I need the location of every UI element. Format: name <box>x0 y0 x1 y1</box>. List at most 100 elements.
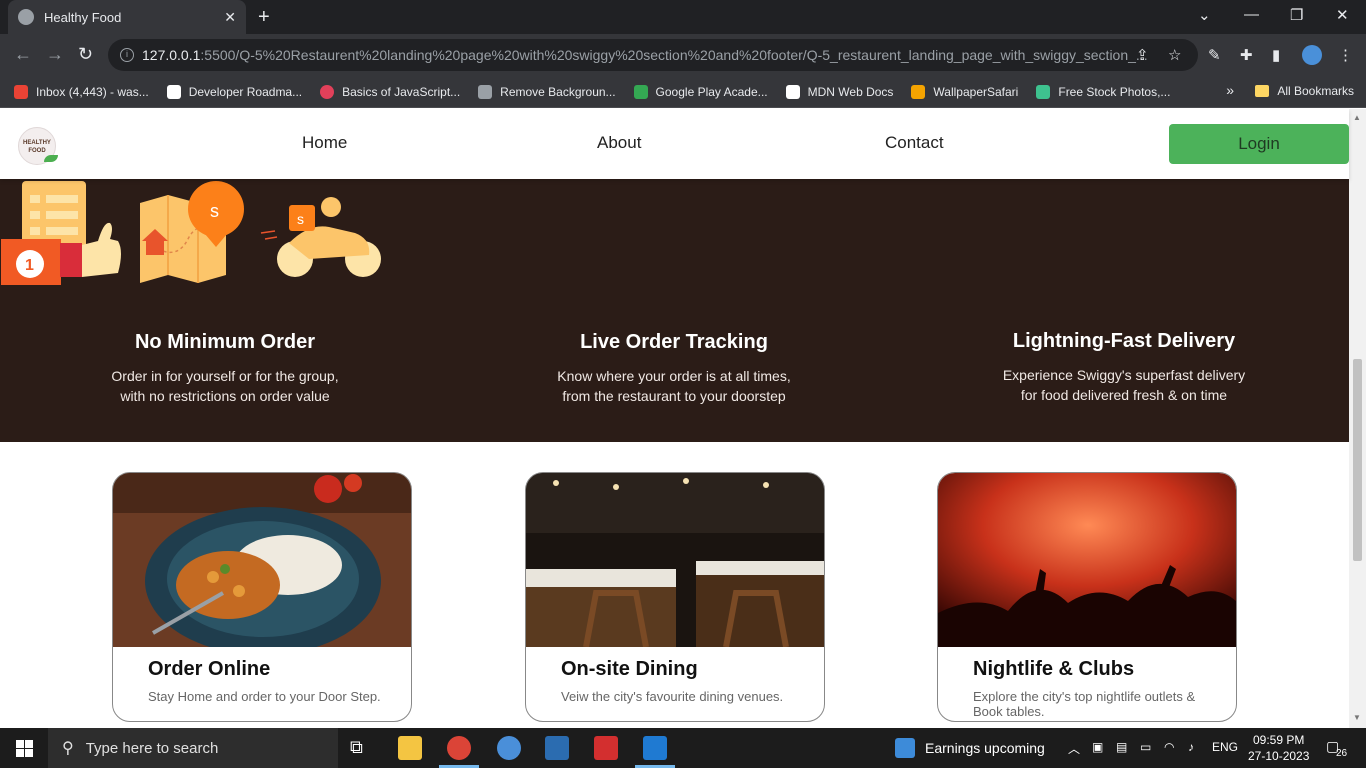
meet-icon[interactable]: ▣ <box>1092 740 1103 754</box>
profile-avatar[interactable] <box>1302 45 1322 65</box>
leaf-icon <box>44 155 58 162</box>
address-bar[interactable]: i 127.0.0.1:5500/Q-5%20Restaurent%20land… <box>108 39 1198 71</box>
file-explorer-icon[interactable] <box>398 736 422 760</box>
mdn-icon <box>785 84 800 99</box>
news-widget-text[interactable]: Earnings upcoming <box>925 740 1045 756</box>
display-icon[interactable]: ▤ <box>1116 740 1127 754</box>
wallpapersafari-icon <box>911 84 926 99</box>
site-logo[interactable]: HEALTHY FOOD <box>18 127 58 165</box>
site-navbar: HEALTHY FOOD Home About Contact Login <box>0 109 1349 179</box>
map-pin-icon: s <box>140 181 245 283</box>
task-view-icon[interactable]: ⧉ <box>350 737 374 761</box>
app-icon[interactable] <box>497 736 521 760</box>
menu-icon[interactable]: ⋮ <box>1338 46 1353 64</box>
share-icon[interactable]: ⇪ <box>1136 46 1149 64</box>
battery-icon[interactable]: ▭ <box>1140 740 1151 754</box>
reload-icon[interactable]: ↻ <box>78 44 93 65</box>
bookmark-label: Remove Backgroun... <box>500 84 616 99</box>
svg-text:s: s <box>210 201 219 221</box>
bookmark-item[interactable]: Inbox (4,443) - was... <box>14 84 149 99</box>
close-tab-icon[interactable]: ✕ <box>224 9 236 26</box>
restaurant-interior-image <box>526 473 824 648</box>
vscode-icon[interactable] <box>643 736 667 760</box>
svg-text:1: 1 <box>25 257 34 274</box>
all-bookmarks-button[interactable]: All Bookmarks <box>1255 84 1354 98</box>
site-info-icon[interactable]: i <box>120 48 134 62</box>
volume-icon[interactable]: ♪ <box>1188 740 1194 754</box>
more-bookmarks-button[interactable]: » <box>1226 82 1234 98</box>
feature-title: Live Order Tracking <box>580 331 768 353</box>
windows-start-icon[interactable] <box>16 740 33 757</box>
card-desc: Explore the city's top nightlife outlets… <box>973 689 1196 719</box>
card-desc: Veiw the city's favourite dining venues. <box>561 689 784 704</box>
bookmark-label: Developer Roadma... <box>188 84 303 99</box>
features-section: 1 No Minimum Order Order in for yourself… <box>0 179 1349 442</box>
roadmap-icon <box>166 84 181 99</box>
tab-healthy-food[interactable]: Healthy Food ✕ <box>8 0 246 34</box>
minimize-button[interactable]: — <box>1244 6 1259 23</box>
language-indicator[interactable]: ENG <box>1212 740 1238 754</box>
feature-lightning-fast-delivery: Lightning-Fast Delivery Experience Swigg… <box>974 330 1274 405</box>
scroll-up-icon[interactable]: ▲ <box>1353 113 1361 122</box>
page-viewport: HEALTHY FOOD Home About Contact Login 1 … <box>0 109 1366 728</box>
clock-time: 09:59 PM <box>1253 733 1305 747</box>
nav-contact[interactable]: Contact <box>885 133 944 153</box>
page-scrollbar[interactable]: ▲ ▼ <box>1349 109 1366 728</box>
all-bookmarks-label: All Bookmarks <box>1277 84 1354 98</box>
app-icon[interactable] <box>545 736 569 760</box>
delivery-scooter-icon: s <box>260 197 381 277</box>
tab-title: Healthy Food <box>44 9 122 25</box>
feature-desc-line: with no restrictions on order value <box>120 388 330 404</box>
pdf-reader-icon[interactable] <box>594 736 618 760</box>
new-tab-button[interactable]: + <box>258 6 270 29</box>
url-path: :5500/Q-5%20Restaurent%20landing%20page%… <box>200 47 1148 63</box>
side-panel-icon[interactable]: ▮ <box>1272 46 1280 64</box>
bookmark-item[interactable]: MDN Web Docs <box>785 84 893 99</box>
bookmark-item[interactable]: Basics of JavaScript... <box>320 84 460 99</box>
logo-text: HEALTHY FOOD <box>23 140 51 154</box>
card-onsite-dining[interactable]: On-site Dining Veiw the city's favourite… <box>525 472 825 722</box>
login-button[interactable]: Login <box>1169 124 1349 164</box>
extensions-icon[interactable]: ✚ <box>1240 46 1253 64</box>
bookmark-item[interactable]: Developer Roadma... <box>166 84 303 99</box>
bookmark-star-icon[interactable]: ☆ <box>1168 46 1181 64</box>
tab-search-icon[interactable]: ⌄ <box>1198 6 1211 24</box>
wifi-icon[interactable]: ◠ <box>1164 740 1174 754</box>
bookmark-item[interactable]: Remove Backgroun... <box>478 84 616 99</box>
nav-home[interactable]: Home <box>302 133 347 153</box>
bookmark-item[interactable]: Google Play Acade... <box>633 84 768 99</box>
bookmark-label: Inbox (4,443) - was... <box>36 84 149 99</box>
feature-desc-line: for food delivered fresh & on time <box>1020 387 1228 403</box>
feature-live-order-tracking: Live Order Tracking Know where your orde… <box>524 331 824 406</box>
thumbs-up-checklist-icon: 1 <box>1 181 121 285</box>
card-nightlife-clubs[interactable]: Nightlife & Clubs Explore the city's top… <box>937 472 1237 722</box>
google-play-icon <box>633 84 648 99</box>
browser-toolbar: ← → ↻ i 127.0.0.1:5500/Q-5%20Restaurent%… <box>0 34 1366 76</box>
clock-date: 27-10-2023 <box>1248 749 1310 763</box>
chrome-icon[interactable] <box>447 736 471 760</box>
feature-title: No Minimum Order <box>134 331 315 353</box>
bookmark-label: Free Stock Photos,... <box>1058 84 1171 99</box>
url-host: 127.0.0.1 <box>142 47 201 63</box>
back-icon[interactable]: ← <box>14 44 32 65</box>
scroll-down-icon[interactable]: ▼ <box>1353 713 1361 722</box>
scrollbar-thumb[interactable] <box>1353 359 1362 561</box>
show-hidden-icons[interactable]: ︿ <box>1068 740 1080 757</box>
restore-button[interactable]: ❐ <box>1290 6 1303 24</box>
card-title: On-site Dining <box>561 658 698 680</box>
bookmark-item[interactable]: Free Stock Photos,... <box>1036 84 1171 99</box>
nav-about[interactable]: About <box>597 133 641 153</box>
card-order-online[interactable]: Order Online Stay Home and order to your… <box>112 472 412 722</box>
taskbar-search-box[interactable]: ⚲ Type here to search <box>48 728 338 768</box>
bookmark-label: Google Play Acade... <box>655 84 768 99</box>
card-title: Nightlife & Clubs <box>973 658 1135 680</box>
js-icon <box>320 84 335 99</box>
forward-icon[interactable]: → <box>46 44 64 65</box>
taskbar-clock[interactable]: 09:59 PM 27-10-2023 <box>1248 732 1309 764</box>
news-icon[interactable] <box>895 738 915 758</box>
close-window-button[interactable]: ✕ <box>1336 6 1349 24</box>
eyedropper-icon[interactable]: ✎ <box>1208 46 1221 64</box>
svg-text:s: s <box>297 211 304 227</box>
bookmark-item[interactable]: WallpaperSafari <box>911 84 1018 99</box>
globe-icon <box>18 9 34 25</box>
